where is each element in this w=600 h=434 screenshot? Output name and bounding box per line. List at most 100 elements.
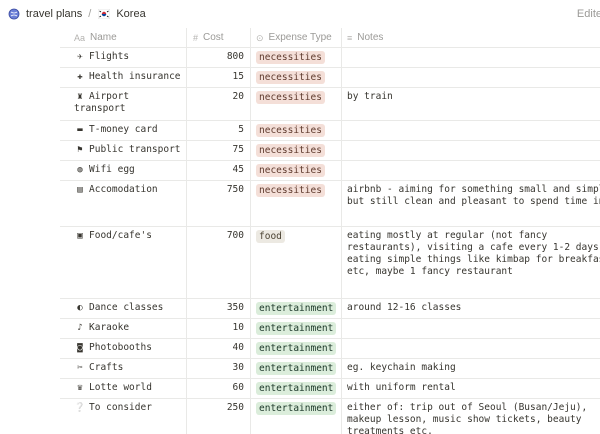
name-cell[interactable]: ◍ Wifi egg bbox=[60, 161, 187, 180]
column-header-name-label: Name bbox=[90, 31, 117, 43]
notes-cell[interactable]: around 12-16 classes bbox=[342, 299, 600, 318]
number-property-icon: # bbox=[193, 32, 199, 43]
cost-cell[interactable]: 30 bbox=[187, 359, 251, 378]
notes-cell[interactable] bbox=[342, 339, 600, 358]
column-header-notes[interactable]: ≡ Notes bbox=[342, 28, 600, 47]
cost-cell[interactable]: 800 bbox=[187, 48, 251, 67]
name-cell[interactable]: ▤ Accomodation bbox=[60, 181, 187, 226]
table-row[interactable]: ♜ Airport transport 20 necessities by train bbox=[60, 88, 600, 121]
expense-type-cell[interactable]: entertainment bbox=[251, 399, 342, 434]
table-row[interactable]: ▣ Food/cafe's 700 food eating mostly at regu… bbox=[60, 227, 600, 299]
notes-cell[interactable]: with uniform rental bbox=[342, 379, 600, 398]
name-cell[interactable]: ✚ Health insurance bbox=[60, 68, 187, 87]
globe-icon bbox=[7, 7, 21, 21]
expense-type-cell[interactable]: entertainment bbox=[251, 319, 342, 338]
cost-cell[interactable]: 350 bbox=[187, 299, 251, 318]
notes-cell[interactable] bbox=[342, 319, 600, 338]
table-row[interactable]: ♪ Karaoke 10 entertainment bbox=[60, 319, 600, 339]
cost-cell[interactable]: 700 bbox=[187, 227, 251, 298]
table-header: Aa Name # Cost ⊙ Expense Type ≡ Notes bbox=[60, 28, 600, 48]
expense-type-cell[interactable]: necessities bbox=[251, 161, 342, 180]
microphone-icon: ♪ bbox=[77, 323, 83, 333]
table-row[interactable]: ▤ Accomodation 750 necessities airbnb - aimi… bbox=[60, 181, 600, 227]
expense-type-cell[interactable]: entertainment bbox=[251, 339, 342, 358]
expense-type-cell[interactable]: necessities bbox=[251, 48, 342, 67]
column-header-name[interactable]: Aa Name bbox=[60, 28, 187, 47]
expense-type-cell[interactable]: necessities bbox=[251, 121, 342, 140]
cost-cell[interactable]: 75 bbox=[187, 141, 251, 160]
notes-cell[interactable]: either of: trip out of Seoul (Busan/Jeju… bbox=[342, 399, 600, 434]
breadcrumb-parent[interactable]: travel plans bbox=[26, 8, 82, 20]
breadcrumb-current[interactable]: Korea bbox=[116, 8, 145, 20]
credit-card-icon: ▬ bbox=[77, 125, 83, 135]
column-header-type-label: Expense Type bbox=[268, 31, 332, 43]
expense-type-cell[interactable]: necessities bbox=[251, 68, 342, 87]
cost-cell[interactable]: 15 bbox=[187, 68, 251, 87]
notes-cell[interactable] bbox=[342, 161, 600, 180]
text-lines-icon: ≡ bbox=[347, 32, 353, 43]
cost-cell[interactable]: 60 bbox=[187, 379, 251, 398]
name-label: Wifi egg bbox=[89, 164, 135, 175]
notes-cell[interactable]: by train bbox=[342, 88, 600, 120]
table-row[interactable]: ✚ Health insurance 15 necessities bbox=[60, 68, 600, 88]
korea-flag-icon bbox=[97, 7, 111, 21]
name-cell[interactable]: ♜ Airport transport bbox=[60, 88, 187, 120]
expense-type-cell[interactable]: entertainment bbox=[251, 379, 342, 398]
cost-cell[interactable]: 40 bbox=[187, 339, 251, 358]
ferris-wheel-icon: ♛ bbox=[77, 383, 83, 393]
notes-cell[interactable]: eg. keychain making bbox=[342, 359, 600, 378]
name-cell[interactable]: ♛ Lotte world bbox=[60, 379, 187, 398]
cost-cell[interactable]: 10 bbox=[187, 319, 251, 338]
name-cell[interactable]: ◙ Photobooths bbox=[60, 339, 187, 358]
breadcrumb: travel plans / Korea bbox=[7, 7, 146, 21]
name-label: Dance classes bbox=[89, 302, 164, 313]
cost-cell[interactable]: 20 bbox=[187, 88, 251, 120]
topbar: travel plans / Korea Edite bbox=[0, 0, 600, 28]
table-row[interactable]: ✈ Flights 800 necessities bbox=[60, 48, 600, 68]
notes-cell[interactable] bbox=[342, 68, 600, 87]
name-cell[interactable]: ✈ Flights bbox=[60, 48, 187, 67]
bento-icon: ▣ bbox=[77, 231, 83, 241]
breadcrumb-separator: / bbox=[88, 8, 92, 20]
table-row[interactable]: ◐ Dance classes 350 entertainment around 12-… bbox=[60, 299, 600, 319]
camera-icon: ◙ bbox=[77, 343, 83, 353]
expense-type-cell[interactable]: necessities bbox=[251, 88, 342, 120]
cost-cell[interactable]: 750 bbox=[187, 181, 251, 226]
cost-cell[interactable]: 5 bbox=[187, 121, 251, 140]
table-row[interactable]: ◍ Wifi egg 45 necessities bbox=[60, 161, 600, 181]
name-cell[interactable]: ⚑ Public transport bbox=[60, 141, 187, 160]
name-cell[interactable]: ▬ T-money card bbox=[60, 121, 187, 140]
cost-cell[interactable]: 250 bbox=[187, 399, 251, 434]
table-row[interactable]: ⚑ Public transport 75 necessities bbox=[60, 141, 600, 161]
expense-type-cell[interactable]: entertainment bbox=[251, 359, 342, 378]
expense-type-cell[interactable]: entertainment bbox=[251, 299, 342, 318]
notes-cell[interactable]: eating mostly at regular (not fancy rest… bbox=[342, 227, 600, 298]
expense-type-cell[interactable]: necessities bbox=[251, 181, 342, 226]
airplane-icon: ✈ bbox=[77, 52, 83, 62]
table-row[interactable]: ❔ To consider 250 entertainment either of: t… bbox=[60, 399, 600, 434]
column-header-type[interactable]: ⊙ Expense Type bbox=[251, 28, 342, 47]
expense-type-tag: entertainment bbox=[256, 322, 337, 335]
name-label: Health insurance bbox=[89, 71, 181, 82]
table-row[interactable]: ◙ Photobooths 40 entertainment bbox=[60, 339, 600, 359]
expense-type-tag: food bbox=[256, 230, 285, 243]
column-header-cost[interactable]: # Cost bbox=[187, 28, 251, 47]
name-cell[interactable]: ♪ Karaoke bbox=[60, 319, 187, 338]
expense-type-cell[interactable]: food bbox=[251, 227, 342, 298]
name-cell[interactable]: ◐ Dance classes bbox=[60, 299, 187, 318]
name-cell[interactable]: ▣ Food/cafe's bbox=[60, 227, 187, 298]
expense-type-cell[interactable]: necessities bbox=[251, 141, 342, 160]
name-cell[interactable]: ✂ Crafts bbox=[60, 359, 187, 378]
notes-cell[interactable] bbox=[342, 121, 600, 140]
name-label: T-money card bbox=[89, 124, 158, 135]
notes-cell[interactable]: airbnb - aiming for something small and … bbox=[342, 181, 600, 226]
cost-cell[interactable]: 45 bbox=[187, 161, 251, 180]
table-row[interactable]: ▬ T-money card 5 necessities bbox=[60, 121, 600, 141]
table-row[interactable]: ✂ Crafts 30 entertainment eg. keychain makin… bbox=[60, 359, 600, 379]
column-header-cost-label: Cost bbox=[203, 31, 224, 43]
notes-cell[interactable] bbox=[342, 48, 600, 67]
edit-button[interactable]: Edite bbox=[577, 8, 600, 20]
notes-cell[interactable] bbox=[342, 141, 600, 160]
name-cell[interactable]: ❔ To consider bbox=[60, 399, 187, 434]
table-row[interactable]: ♛ Lotte world 60 entertainment with uniform … bbox=[60, 379, 600, 399]
